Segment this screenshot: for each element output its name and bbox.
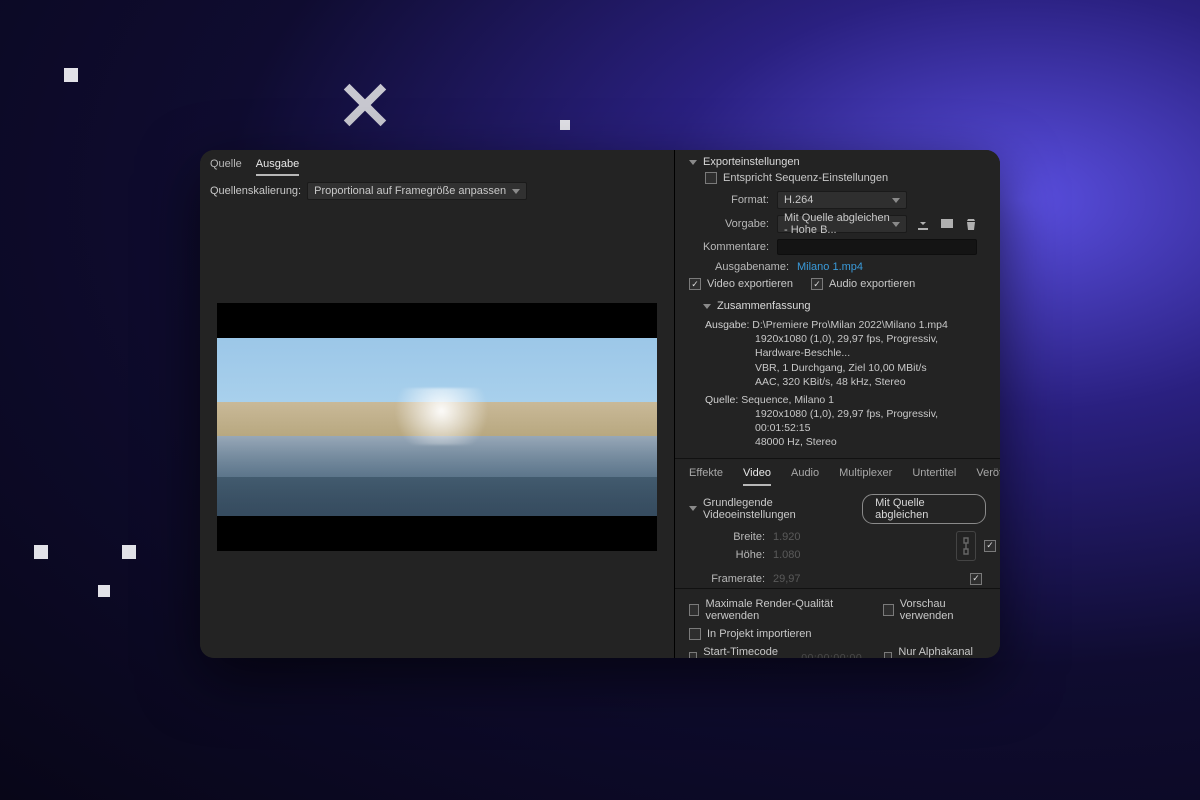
framerate-value[interactable]: 29,97 xyxy=(773,573,823,585)
import-preset-icon[interactable] xyxy=(939,216,955,232)
chevron-down-icon xyxy=(892,198,900,203)
output-name-link[interactable]: Milano 1.mp4 xyxy=(797,261,863,273)
alpha-only-label: Nur Alphakanal wiedergeben xyxy=(898,646,986,658)
summary-source-name: Sequence, Milano 1 xyxy=(741,394,834,406)
preview-frame xyxy=(217,303,657,551)
import-into-project-checkbox[interactable] xyxy=(689,628,701,640)
match-source-button[interactable]: Mit Quelle abgleichen xyxy=(862,494,986,524)
twisty-icon xyxy=(689,160,697,165)
twisty-icon xyxy=(703,304,711,309)
summary-output-line: 1920x1080 (1,0), 29,97 fps, Progressiv, … xyxy=(705,332,986,360)
height-value[interactable]: 1.080 xyxy=(773,549,823,561)
export-audio-checkbox[interactable] xyxy=(811,278,823,290)
dimensions-match-checkbox[interactable] xyxy=(984,540,996,552)
tab-output[interactable]: Ausgabe xyxy=(256,156,299,176)
start-timecode-value: 00:00:00:00 xyxy=(801,652,862,658)
bottom-options: Maximale Render-Qualität verwenden Vorsc… xyxy=(675,588,1000,658)
export-dialog: Quelle Ausgabe Quellenskalierung: Propor… xyxy=(200,150,1000,658)
preset-dropdown[interactable]: Mit Quelle abgleichen - Hohe B... xyxy=(777,215,907,233)
comments-input[interactable] xyxy=(777,239,977,255)
source-scaling-dropdown[interactable]: Proportional auf Framegröße anpassen xyxy=(307,182,527,200)
basic-video-settings-title: Grundlegende Videoeinstellungen xyxy=(703,497,856,521)
export-video-checkbox[interactable] xyxy=(689,278,701,290)
width-label: Breite: xyxy=(705,531,765,543)
export-video-label: Video exportieren xyxy=(707,278,793,290)
delete-preset-icon[interactable] xyxy=(963,216,979,232)
set-start-timecode-label: Start-Timecode festlegen xyxy=(703,646,779,658)
twisty-icon xyxy=(689,506,697,511)
summary-source-line: 1920x1080 (1,0), 29,97 fps, Progressiv, … xyxy=(705,407,986,435)
max-render-quality-label: Maximale Render-Qualität verwenden xyxy=(705,598,861,622)
format-dropdown[interactable]: H.264 xyxy=(777,191,907,209)
source-scaling-row: Quellenskalierung: Proportional auf Fram… xyxy=(200,176,674,206)
output-name-label: Ausgabename: xyxy=(689,261,789,273)
bg-speck xyxy=(98,585,110,597)
framerate-label: Framerate: xyxy=(705,573,765,585)
set-start-timecode-checkbox[interactable] xyxy=(689,652,697,658)
chevron-down-icon xyxy=(892,222,900,227)
subtab-multiplexer[interactable]: Multiplexer xyxy=(839,467,892,486)
source-scaling-value: Proportional auf Framegröße anpassen xyxy=(314,185,506,197)
preview-tabs: Quelle Ausgabe xyxy=(200,150,674,176)
save-preset-icon[interactable] xyxy=(915,216,931,232)
tab-source[interactable]: Quelle xyxy=(210,156,242,176)
preview-image xyxy=(217,338,657,517)
summary-source-label: Quelle: xyxy=(705,394,738,406)
export-settings-header[interactable]: Exporteinstellungen xyxy=(675,150,1000,170)
use-preview-label: Vorschau verwenden xyxy=(900,598,986,622)
settings-pane: Exporteinstellungen Entspricht Sequenz-E… xyxy=(675,150,1000,658)
subtab-effects[interactable]: Effekte xyxy=(689,467,723,486)
summary-output-label: Ausgabe: xyxy=(705,319,749,331)
height-label: Höhe: xyxy=(705,549,765,561)
bg-speck xyxy=(122,545,136,559)
summary-source-line: 48000 Hz, Stereo xyxy=(705,435,986,449)
summary-output-line: VBR, 1 Durchgang, Ziel 10,00 MBit/s xyxy=(705,361,986,375)
comments-label: Kommentare: xyxy=(689,241,769,253)
bg-speck xyxy=(560,120,570,130)
settings-sub-tabs: Effekte Video Audio Multiplexer Untertit… xyxy=(675,458,1000,486)
bg-speck xyxy=(64,68,78,82)
match-sequence-row: Entspricht Sequenz-Einstellungen xyxy=(675,170,1000,188)
format-label: Format: xyxy=(689,194,769,206)
preview-area xyxy=(200,206,674,658)
width-value[interactable]: 1.920 xyxy=(773,531,823,543)
import-into-project-label: In Projekt importieren xyxy=(707,628,812,640)
bg-speck xyxy=(34,545,48,559)
max-render-quality-checkbox[interactable] xyxy=(689,604,699,616)
subtab-captions[interactable]: Untertitel xyxy=(912,467,956,486)
preset-label: Vorgabe: xyxy=(689,218,769,230)
match-sequence-label: Entspricht Sequenz-Einstellungen xyxy=(723,172,888,184)
summary-title: Zusammenfassung xyxy=(717,300,811,312)
subtab-publish[interactable]: Veröffentlichen xyxy=(976,467,1000,486)
summary-header[interactable]: Zusammenfassung xyxy=(675,294,1000,314)
export-audio-label: Audio exportieren xyxy=(829,278,915,290)
subtab-video[interactable]: Video xyxy=(743,467,771,486)
alpha-only-checkbox[interactable] xyxy=(884,652,892,658)
source-scaling-label: Quellenskalierung: xyxy=(210,185,301,197)
summary-block: Ausgabe: D:\Premiere Pro\Milan 2022\Mila… xyxy=(675,314,1000,458)
summary-output-line: AAC, 320 KBit/s, 48 kHz, Stereo xyxy=(705,375,986,389)
summary-output-path: D:\Premiere Pro\Milan 2022\Milano 1.mp4 xyxy=(752,319,948,331)
close-x-decoration xyxy=(340,80,390,130)
preview-pane: Quelle Ausgabe Quellenskalierung: Propor… xyxy=(200,150,675,658)
framerate-match-checkbox[interactable] xyxy=(970,573,982,585)
format-value: H.264 xyxy=(784,194,813,206)
export-settings-title: Exporteinstellungen xyxy=(703,156,800,168)
preset-value: Mit Quelle abgleichen - Hohe B... xyxy=(784,212,892,236)
use-preview-checkbox[interactable] xyxy=(883,604,893,616)
match-sequence-checkbox[interactable] xyxy=(705,172,717,184)
link-dimensions-icon[interactable] xyxy=(956,531,976,561)
chevron-down-icon xyxy=(512,189,520,194)
subtab-audio[interactable]: Audio xyxy=(791,467,819,486)
